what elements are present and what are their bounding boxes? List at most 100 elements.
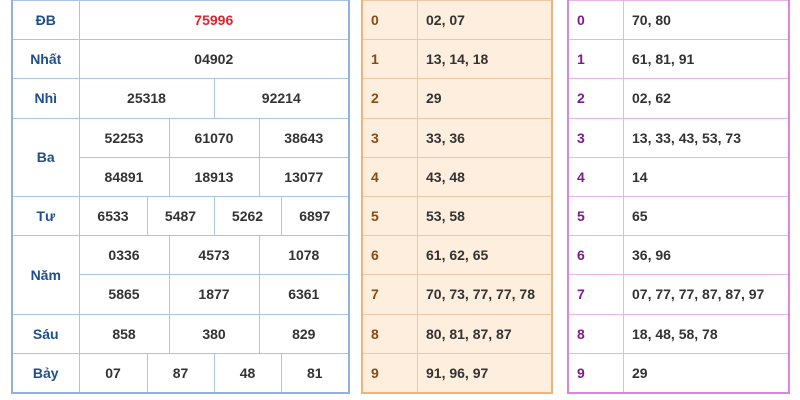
prize-label-nhi: Nhì: [11, 78, 80, 119]
head-digit: 1: [361, 39, 418, 80]
tail-digit: 8: [567, 313, 624, 354]
prize-value: 87: [146, 352, 215, 394]
head-digit: 4: [361, 156, 418, 197]
tail-digit: 3: [567, 117, 624, 158]
prize-value: 6361: [258, 274, 350, 315]
tail-row: 8 18, 48, 58, 78: [567, 313, 790, 354]
head-row: 2 29: [361, 78, 553, 119]
prize-row-db: ĐB 75996: [11, 0, 350, 41]
prize-row-ba: Ba 52253 61070 38643: [11, 117, 350, 197]
prize-value: 1078: [258, 235, 350, 276]
prize-value: 0336: [78, 235, 170, 276]
prize-value: 13077: [258, 156, 350, 197]
prize-row-nam: Năm 0336 4573 1078: [11, 235, 350, 315]
tail-digit: 4: [567, 156, 624, 197]
prize-label-sau: Sáu: [11, 313, 80, 354]
head-digit: 9: [361, 352, 418, 394]
prize-value: 25318: [78, 78, 215, 119]
tail-row: 6 36, 96: [567, 235, 790, 276]
prize-value: 81: [280, 352, 350, 394]
head-digit: 2: [361, 78, 418, 119]
tail-values: 18, 48, 58, 78: [623, 313, 790, 354]
lottery-results-table: ĐB 75996 Nhất 04902 Nhì 25318 92214 Ba 5…: [11, 0, 351, 394]
tail-row: 5 65: [567, 195, 790, 237]
prize-row-sau: Sáu 858 380 829: [11, 313, 350, 354]
prize-row-tu: Tư 6533 5487 5262 6897: [11, 195, 350, 237]
prize-label-db: ĐB: [11, 0, 80, 41]
tail-digit: 7: [567, 274, 624, 315]
tail-values: 61, 81, 91: [623, 39, 790, 80]
head-digit-table: 0 02, 07 1 13, 14, 18 2 29 3 33, 36 4 43, 48 …: [361, 0, 553, 394]
head-row: 0 02, 07: [361, 0, 553, 41]
head-values: 80, 81, 87, 87: [417, 313, 553, 354]
prize-value: 858: [78, 313, 170, 354]
head-values: 91, 96, 97: [417, 352, 553, 394]
prize-value: 61070: [168, 117, 260, 158]
prize-value: 5865: [78, 274, 170, 315]
head-values: 29: [417, 78, 553, 119]
prize-value: 38643: [258, 117, 350, 158]
prize-value: 52253: [78, 117, 170, 158]
prize-label-bay: Bảy: [11, 352, 80, 394]
prize-value: 380: [168, 313, 260, 354]
prize-value: 1877: [168, 274, 260, 315]
tail-digit: 6: [567, 235, 624, 276]
tail-row: 3 13, 33, 43, 53, 73: [567, 117, 790, 158]
head-values: 61, 62, 65: [417, 235, 553, 276]
tail-row: 2 02, 62: [567, 78, 790, 119]
prize-row-nhi: Nhì 25318 92214: [11, 78, 350, 119]
tail-digit: 9: [567, 352, 624, 394]
head-digit: 7: [361, 274, 418, 315]
prize-row-nhat: Nhất 04902: [11, 39, 350, 80]
tail-digit-table: 0 70, 80 1 61, 81, 91 2 02, 62 3 13, 33, 43,…: [567, 0, 790, 394]
prize-label-ba: Ba: [11, 117, 80, 197]
head-digit: 6: [361, 235, 418, 276]
prize-value: 92214: [213, 78, 350, 119]
head-digit: 3: [361, 117, 418, 158]
prize-row-bay: Bảy 07 87 48 81: [11, 352, 350, 394]
tail-values: 36, 96: [623, 235, 790, 276]
prize-value: 6533: [78, 195, 148, 237]
tail-row: 1 61, 81, 91: [567, 39, 790, 80]
tail-row: 7 07, 77, 77, 87, 87, 97: [567, 274, 790, 315]
tail-row: 0 70, 80: [567, 0, 790, 41]
head-row: 8 80, 81, 87, 87: [361, 313, 553, 354]
tail-digit: 0: [567, 0, 624, 41]
prize-value: 5487: [146, 195, 215, 237]
prize-value: 04902: [78, 39, 350, 80]
tail-digit: 1: [567, 39, 624, 80]
head-row: 9 91, 96, 97: [361, 352, 553, 394]
prize-label-tu: Tư: [11, 195, 80, 237]
head-row: 3 33, 36: [361, 117, 553, 158]
prize-value: 48: [213, 352, 282, 394]
head-digit: 8: [361, 313, 418, 354]
tail-values: 07, 77, 77, 87, 87, 97: [623, 274, 790, 315]
prize-value: 18913: [168, 156, 260, 197]
head-row: 4 43, 48: [361, 156, 553, 197]
head-values: 53, 58: [417, 195, 553, 237]
tail-row: 4 14: [567, 156, 790, 197]
head-row: 5 53, 58: [361, 195, 553, 237]
head-row: 6 61, 62, 65: [361, 235, 553, 276]
tail-values: 70, 80: [623, 0, 790, 41]
prize-value: 4573: [168, 235, 260, 276]
prize-value: 07: [78, 352, 148, 394]
special-prize-value: 75996: [78, 0, 350, 41]
tail-digit: 2: [567, 78, 624, 119]
prize-value: 829: [258, 313, 350, 354]
tail-row: 9 29: [567, 352, 790, 394]
tail-values: 14: [623, 156, 790, 197]
tail-values: 29: [623, 352, 790, 394]
head-digit: 5: [361, 195, 418, 237]
prize-value: 5262: [213, 195, 282, 237]
prize-label-nam: Năm: [11, 235, 80, 315]
head-row: 7 70, 73, 77, 77, 78: [361, 274, 553, 315]
prize-value: 84891: [78, 156, 170, 197]
prize-value: 6897: [280, 195, 350, 237]
head-digit: 0: [361, 0, 418, 41]
head-row: 1 13, 14, 18: [361, 39, 553, 80]
tail-values: 13, 33, 43, 53, 73: [623, 117, 790, 158]
head-values: 13, 14, 18: [417, 39, 553, 80]
head-values: 70, 73, 77, 77, 78: [417, 274, 553, 315]
prize-label-nhat: Nhất: [11, 39, 80, 80]
